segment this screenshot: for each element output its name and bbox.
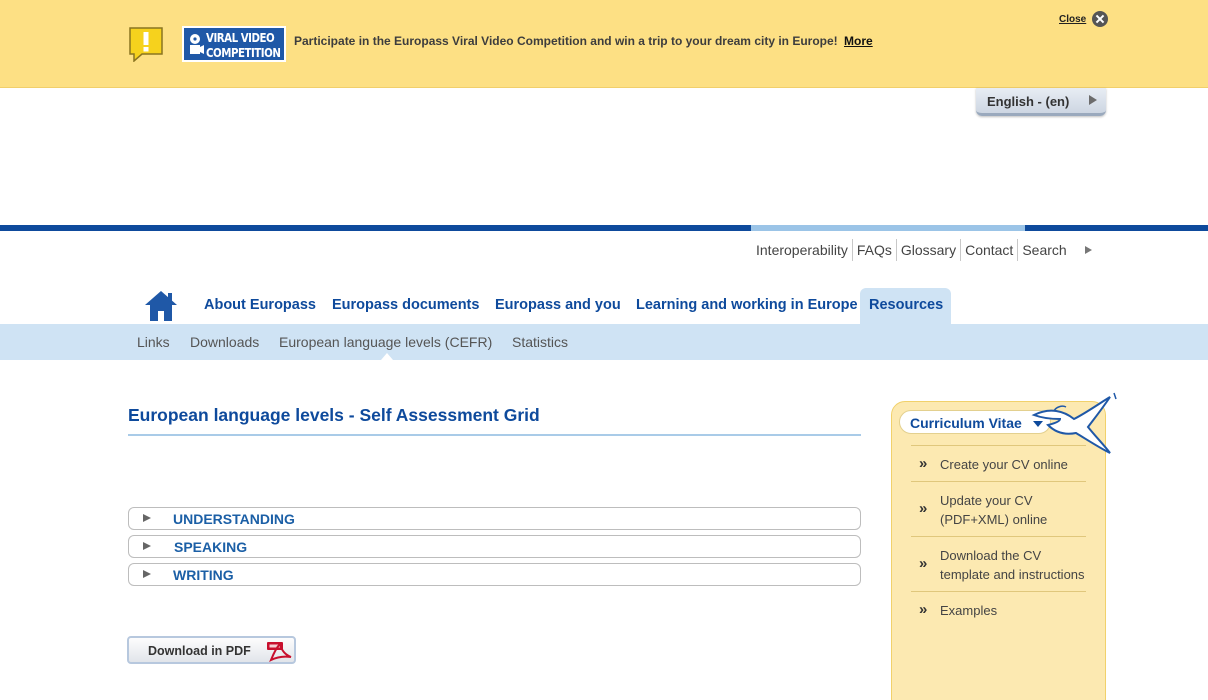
utility-nav: Interoperability FAQs Glossary Contact S… <box>756 238 1092 262</box>
sidebar-item-label: Update your CV (PDF+XML) online <box>940 493 1048 527</box>
util-link-interoperability[interactable]: Interoperability <box>756 239 852 261</box>
language-selector[interactable]: English - (en) <box>976 88 1106 116</box>
sidebar-item-label: Download the CV template and instruction… <box>940 548 1085 582</box>
pdf-icon <box>267 642 292 662</box>
util-link-contact[interactable]: Contact <box>960 239 1017 261</box>
download-pdf-button[interactable]: Download in PDF <box>127 636 296 664</box>
nav-learning-working[interactable]: Learning and working in Europe <box>636 297 858 313</box>
europass-bird-icon <box>1031 392 1117 454</box>
close-icon[interactable] <box>1092 11 1109 27</box>
nav-about-europass[interactable]: About Europass <box>204 297 316 313</box>
sidebar-item-label: Create your CV online <box>940 457 1068 472</box>
logo-text: VIRAL VIDEO COMPETITION <box>206 30 281 60</box>
nav-resources[interactable]: Resources <box>869 297 943 313</box>
sidebar-divider <box>911 591 1086 592</box>
sidebar-item-label: Examples <box>940 603 998 618</box>
warning-speech-icon <box>129 27 163 62</box>
active-pointer <box>381 353 393 360</box>
download-pdf-label: Download in PDF <box>148 644 251 658</box>
sub-nav <box>0 324 1208 360</box>
viral-video-competition-logo: VIRAL VIDEO COMPETITION <box>182 26 286 62</box>
banner-close[interactable]: Close <box>1059 11 1109 27</box>
triangle-right-icon <box>143 570 151 578</box>
subnav-statistics[interactable]: Statistics <box>512 334 568 350</box>
sidebar-divider <box>911 445 1086 446</box>
sidebar-divider <box>911 536 1086 537</box>
double-chevron-icon: » <box>919 555 928 572</box>
banner-more-link[interactable]: More <box>844 34 873 48</box>
accordion-writing[interactable]: WRITING <box>128 563 861 586</box>
sidebar-title: Curriculum Vitae <box>910 415 1022 431</box>
accordion-label: WRITING <box>173 567 234 583</box>
triangle-right-icon <box>143 514 151 522</box>
sidebar-divider <box>911 481 1086 482</box>
banner-message-text: Participate in the Europass Viral Video … <box>294 34 838 48</box>
close-link[interactable]: Close <box>1059 14 1086 25</box>
accordion-understanding[interactable]: UNDERSTANDING <box>128 507 861 530</box>
double-chevron-icon: » <box>919 500 928 517</box>
notice-banner: VIRAL VIDEO COMPETITION Participate in t… <box>0 0 1208 88</box>
sidebar-dropdown[interactable]: Curriculum Vitae <box>899 410 1051 434</box>
triangle-right-icon[interactable] <box>1084 246 1092 254</box>
header-rule <box>0 225 1208 231</box>
subnav-downloads[interactable]: Downloads <box>190 334 259 350</box>
util-link-glossary[interactable]: Glossary <box>895 239 960 261</box>
util-link-search[interactable]: Search <box>1017 239 1070 261</box>
nav-europass-documents[interactable]: Europass documents <box>332 297 479 313</box>
accordion-speaking[interactable]: SPEAKING <box>128 535 861 558</box>
language-label: English - (en) <box>987 94 1070 109</box>
banner-message: Participate in the Europass Viral Video … <box>294 34 873 48</box>
accordion-label: UNDERSTANDING <box>173 511 295 527</box>
home-icon[interactable] <box>144 290 178 322</box>
subnav-cefr[interactable]: European language levels (CEFR) <box>279 334 492 350</box>
triangle-right-icon <box>143 542 151 550</box>
double-chevron-icon: » <box>919 455 928 472</box>
title-divider <box>128 434 861 436</box>
film-camera-icon <box>190 34 204 54</box>
util-link-faqs[interactable]: FAQs <box>851 239 896 261</box>
nav-europass-and-you[interactable]: Europass and you <box>495 297 621 313</box>
accordion-label: SPEAKING <box>174 539 248 555</box>
page-title: European language levels - Self Assessme… <box>128 405 540 425</box>
subnav-links[interactable]: Links <box>137 334 170 350</box>
triangle-right-icon <box>1089 95 1097 105</box>
double-chevron-icon: » <box>919 601 928 618</box>
